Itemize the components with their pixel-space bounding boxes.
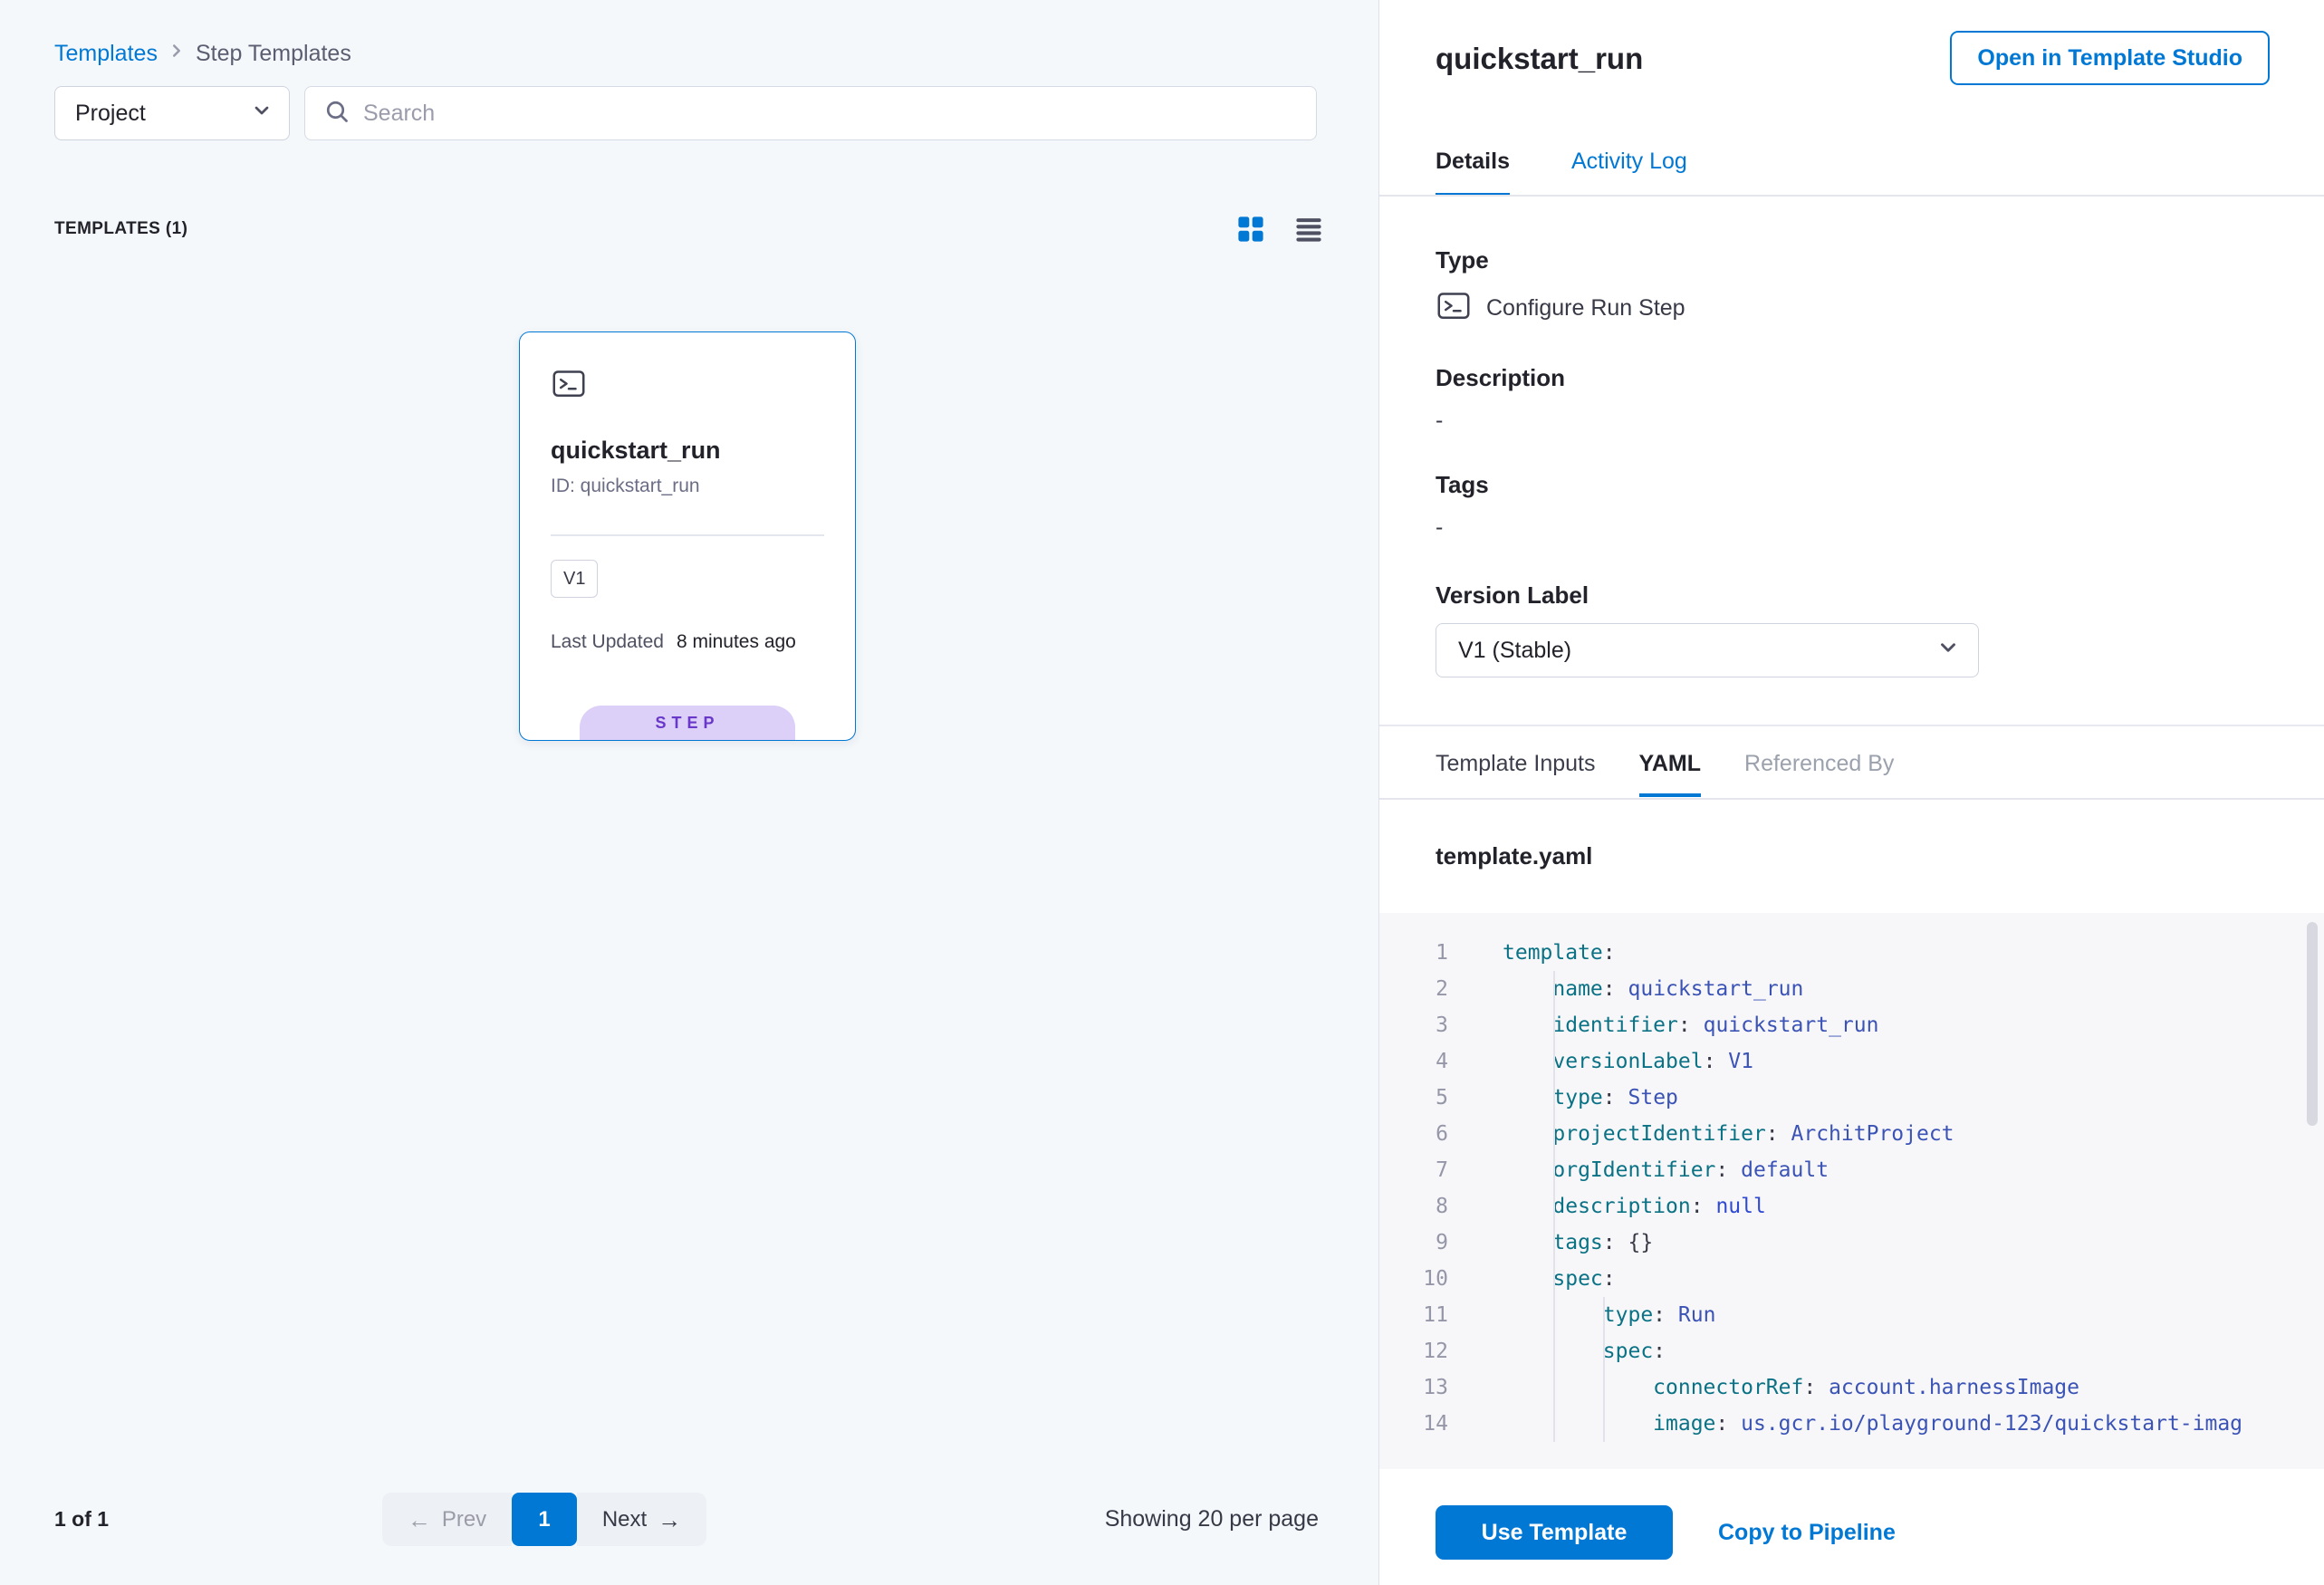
- indent-guide: [1553, 971, 1555, 1442]
- yaml-line: 7 orgIdentifier: default: [1379, 1152, 2324, 1188]
- yaml-line: 1template:: [1379, 935, 2324, 971]
- tab-referenced-by[interactable]: Referenced By: [1744, 750, 1894, 797]
- view-toggles: [1235, 214, 1324, 245]
- templates-list-panel: Templates Step Templates Project TEMPLAT…: [0, 0, 1378, 1585]
- code-scrollbar-thumb[interactable]: [2307, 922, 2318, 1126]
- search-icon: [323, 98, 351, 130]
- chevron-right-icon: [167, 40, 187, 67]
- section-divider: [1379, 725, 2324, 726]
- detail-actions: Use Template Copy to Pipeline: [1436, 1505, 1896, 1560]
- tab-details[interactable]: Details: [1436, 148, 1510, 197]
- per-page-label: Showing 20 per page: [1105, 1506, 1319, 1532]
- detail-title: quickstart_run: [1436, 42, 1643, 76]
- copy-to-pipeline-link[interactable]: Copy to Pipeline: [1718, 1520, 1896, 1546]
- search-box: [304, 86, 1317, 140]
- version-label: Version Label: [1436, 581, 1589, 610]
- yaml-line: 2 name: quickstart_run: [1379, 971, 2324, 1007]
- description-value: -: [1436, 408, 1443, 434]
- card-id: ID: quickstart_run: [551, 476, 700, 497]
- yaml-line: 11 type: Run: [1379, 1297, 2324, 1333]
- page-summary: 1 of 1: [54, 1507, 109, 1532]
- yaml-line: 8 description: null: [1379, 1188, 2324, 1225]
- pagination-row: 1 of 1 ← Prev 1 Next → Showing 20 per pa…: [0, 1493, 1378, 1547]
- updated-value: 8 minutes ago: [677, 631, 796, 653]
- yaml-file-name: template.yaml: [1436, 842, 1592, 870]
- version-badge: V1: [551, 560, 598, 598]
- breadcrumb-current: Step Templates: [196, 40, 351, 67]
- arrow-right-icon: →: [658, 1508, 681, 1532]
- tab-template-inputs[interactable]: Template Inputs: [1436, 750, 1596, 797]
- yaml-line: 6 projectIdentifier: ArchitProject: [1379, 1116, 2324, 1152]
- yaml-line: 5 type: Step: [1379, 1080, 2324, 1116]
- card-updated-row: Last Updated 8 minutes ago: [551, 631, 796, 653]
- version-select[interactable]: V1 (Stable): [1436, 623, 1979, 677]
- yaml-code-lines: 1template:2 name: quickstart_run3 identi…: [1379, 935, 2324, 1442]
- page-1-button[interactable]: 1: [512, 1493, 577, 1546]
- search-input[interactable]: [363, 101, 1298, 127]
- yaml-line: 3 identifier: quickstart_run: [1379, 1007, 2324, 1043]
- templates-count-label: TEMPLATES (1): [54, 219, 187, 239]
- breadcrumb: Templates Step Templates: [54, 40, 351, 67]
- chevron-down-icon: [1936, 636, 1960, 666]
- app-root: Templates Step Templates Project TEMPLAT…: [0, 0, 2324, 1585]
- yaml-line: 12 spec:: [1379, 1333, 2324, 1369]
- list-header-row: TEMPLATES (1): [54, 212, 1324, 246]
- grid-view-icon[interactable]: [1235, 214, 1266, 245]
- version-select-value: V1 (Stable): [1458, 638, 1571, 664]
- pager-group: ← Prev 1 Next →: [382, 1493, 706, 1546]
- updated-label: Last Updated: [551, 631, 664, 653]
- arrow-left-icon: ←: [408, 1508, 431, 1532]
- scope-select-value: Project: [75, 101, 146, 127]
- yaml-line: 9 tags: {}: [1379, 1225, 2324, 1261]
- prev-page-button[interactable]: ← Prev: [382, 1493, 512, 1546]
- card-title: quickstart_run: [551, 437, 721, 465]
- yaml-line: 14 image: us.gcr.io/playground-123/quick…: [1379, 1406, 2324, 1442]
- yaml-line: 10 spec:: [1379, 1261, 2324, 1297]
- terminal-icon: [1436, 287, 1472, 330]
- chevron-down-icon: [251, 100, 273, 128]
- next-page-button[interactable]: Next →: [577, 1493, 706, 1546]
- detail-tabs: Details Activity Log: [1436, 148, 1687, 197]
- template-details-panel: quickstart_run Open in Template Studio D…: [1378, 0, 2324, 1585]
- subtabs-divider: [1379, 798, 2324, 800]
- yaml-line: 4 versionLabel: V1: [1379, 1043, 2324, 1080]
- tags-value: -: [1436, 514, 1443, 541]
- next-label: Next: [602, 1507, 647, 1532]
- type-value: Configure Run Step: [1486, 295, 1685, 322]
- template-card[interactable]: quickstart_run ID: quickstart_run V1 Las…: [519, 331, 856, 741]
- card-divider: [551, 534, 824, 536]
- tags-label: Tags: [1436, 471, 1489, 499]
- type-label: Type: [1436, 246, 1489, 274]
- description-label: Description: [1436, 364, 1565, 392]
- yaml-editor: 1template:2 name: quickstart_run3 identi…: [1379, 913, 2324, 1469]
- tab-activity-log[interactable]: Activity Log: [1571, 148, 1687, 197]
- yaml-line: 13 connectorRef: account.harnessImage: [1379, 1369, 2324, 1406]
- step-type-badge: STEP: [580, 706, 795, 740]
- terminal-icon: [551, 365, 587, 406]
- type-value-row: Configure Run Step: [1436, 290, 1685, 326]
- scope-select[interactable]: Project: [54, 86, 290, 140]
- use-template-button[interactable]: Use Template: [1436, 1505, 1673, 1560]
- tabs-divider: [1379, 195, 2324, 197]
- list-view-icon[interactable]: [1293, 214, 1324, 245]
- prev-label: Prev: [442, 1507, 486, 1532]
- tab-yaml[interactable]: YAML: [1639, 750, 1702, 797]
- breadcrumb-templates-link[interactable]: Templates: [54, 40, 158, 67]
- indent-guide: [1603, 1297, 1605, 1442]
- detail-sub-tabs: Template Inputs YAML Referenced By: [1436, 750, 1894, 797]
- open-in-template-studio-button[interactable]: Open in Template Studio: [1950, 31, 2270, 85]
